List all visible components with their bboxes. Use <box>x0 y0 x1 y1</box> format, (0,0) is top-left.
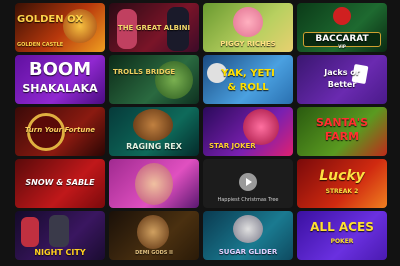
game-title: PIGGY RICHES <box>220 40 276 48</box>
game-title: RAGING REX <box>126 142 182 151</box>
god-figure <box>137 215 169 249</box>
game-tile-trolls-bridge[interactable]: TROLLS BRIDGE <box>109 55 199 104</box>
game-title: STAR JOKER <box>209 142 256 150</box>
game-subtitle: Better <box>327 80 357 89</box>
game-tile-piggy-riches[interactable]: PIGGY RICHES <box>203 3 293 52</box>
troll-figure <box>155 61 193 99</box>
game-title: SNOW & SABLE <box>25 178 95 187</box>
game-tile-yak-yeti-roll[interactable]: YAK, YETI & ROLL <box>203 55 293 104</box>
play-icon[interactable] <box>239 173 257 191</box>
dinosaur-figure <box>133 109 173 141</box>
game-tile-lucky-streak-2[interactable]: Lucky STREAK 2 <box>297 159 387 208</box>
game-title: BOOM <box>28 59 92 80</box>
game-subtitle: STREAK 2 <box>325 188 359 195</box>
game-subtitle: FARM <box>324 130 360 143</box>
character-figure <box>21 217 39 247</box>
game-subtitle: POKER <box>330 238 354 245</box>
game-tile-character-portrait[interactable] <box>109 159 199 208</box>
game-tile-happiest-christmas-tree[interactable]: Happiest Christmas Tree <box>203 159 293 208</box>
game-tile-boom-shakalaka[interactable]: BOOM SHAKALAKA <box>15 55 105 104</box>
game-tile-sugar-glider[interactable]: SUGAR GLIDER <box>203 211 293 260</box>
game-subtitle: GOLDEN CASTLE <box>17 42 64 48</box>
game-tile-demi-gods-ii[interactable]: DEMI GODS II <box>109 211 199 260</box>
game-tile-baccarat-vip[interactable]: BACCARAT VIP <box>297 3 387 52</box>
game-tile-great-albini[interactable]: THE GREAT ALBINI <box>109 3 199 52</box>
game-subtitle: SHAKALAKA <box>22 82 98 95</box>
game-title: DEMI GODS II <box>135 250 173 256</box>
game-caption: Happiest Christmas Tree <box>217 197 279 203</box>
joker-figure <box>243 109 279 145</box>
game-title: TROLLS BRIDGE <box>113 68 176 76</box>
game-tile-jacks-or-better[interactable]: Jacks or Better <box>297 55 387 104</box>
game-tile-star-joker[interactable]: STAR JOKER <box>203 107 293 156</box>
game-title: ALL ACES <box>310 220 374 234</box>
game-tile-all-aces-poker[interactable]: ALL ACES POKER <box>297 211 387 260</box>
game-subtitle: VIP <box>338 44 346 49</box>
games-grid: GOLDEN OX GOLDEN CASTLE THE GREAT ALBINI… <box>15 0 387 266</box>
game-title: Turn Your Fortune <box>24 126 96 134</box>
game-tile-turn-your-fortune[interactable]: Turn Your Fortune <box>15 107 105 156</box>
game-title: YAK, YETI <box>221 68 275 79</box>
game-tile-santas-farm[interactable]: SANTA'S FARM <box>297 107 387 156</box>
game-title: Jacks or <box>324 68 360 77</box>
glider-figure <box>233 215 263 243</box>
game-title: SANTA'S <box>315 116 369 129</box>
game-title: Lucky <box>319 168 365 184</box>
pig-figure <box>233 7 263 37</box>
game-title: GOLDEN OX <box>17 14 83 25</box>
game-tile-snow-and-sable[interactable]: SNOW & SABLE <box>15 159 105 208</box>
character-figure <box>49 215 69 247</box>
game-subtitle: & ROLL <box>227 82 269 93</box>
game-tile-night-city[interactable]: NIGHT CITY <box>15 211 105 260</box>
game-title: NIGHT CITY <box>34 248 86 257</box>
game-tile-raging-rex[interactable]: RAGING REX <box>109 107 199 156</box>
game-title: THE GREAT ALBINI <box>117 24 191 32</box>
chip-icon <box>333 7 351 25</box>
game-tile-golden-ox[interactable]: GOLDEN OX GOLDEN CASTLE <box>15 3 105 52</box>
character-figure <box>135 163 173 205</box>
game-title: SUGAR GLIDER <box>218 248 278 256</box>
